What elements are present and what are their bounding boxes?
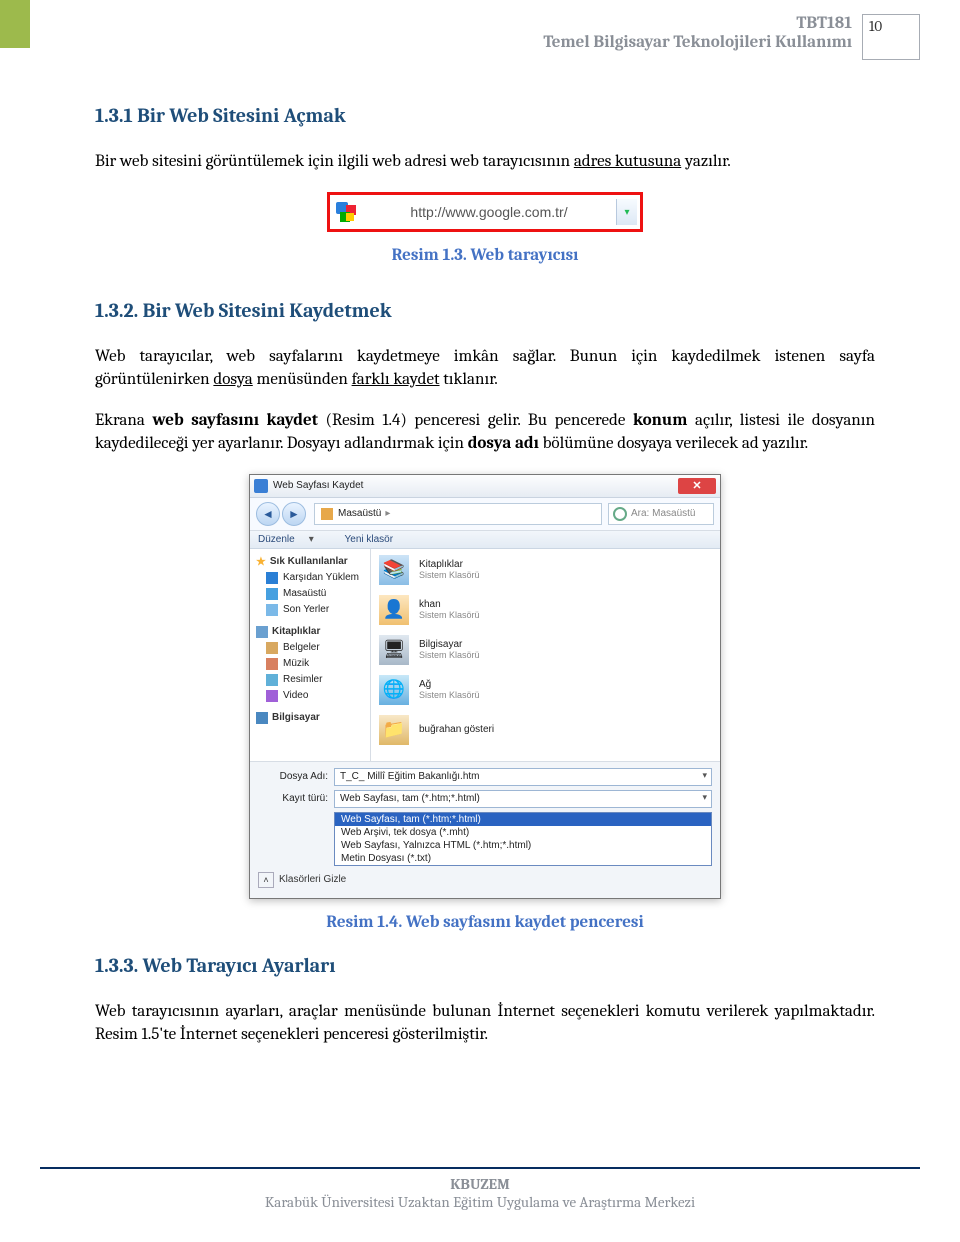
text: (Resim 1.4) penceresi gelir. Bu pencered… — [318, 411, 633, 430]
network-icon: 🌐 — [379, 675, 409, 705]
bold-term: konum — [633, 411, 687, 430]
star-icon: ★ — [256, 555, 266, 568]
filename-field[interactable]: T_C_ Millî Eğitim Bakanlığı.htm — [334, 768, 712, 786]
figure-caption: Resim 1.3. Web tarayıcısı — [95, 246, 875, 265]
download-icon — [266, 572, 278, 584]
dropdown-option[interactable]: Web Sayfası, tam (*.htm;*.html) — [335, 813, 711, 826]
file-item[interactable]: 🖥BilgisayarSistem Klasörü — [379, 635, 712, 665]
page-footer: KBUZEM Karabük Üniversitesi Uzaktan Eğit… — [40, 1167, 920, 1223]
dialog-title: Web Sayfası Kaydet — [273, 480, 363, 491]
page-icon — [254, 479, 268, 493]
underlined-term: dosya — [213, 370, 252, 389]
dropdown-option[interactable]: Web Arşivi, tek dosya (*.mht) — [335, 826, 711, 839]
body-paragraph: Web tarayıcılar, web sayfalarını kaydetm… — [95, 346, 875, 392]
sidebar-item-documents[interactable]: Belgeler — [250, 640, 370, 656]
library-icon — [256, 626, 268, 638]
underlined-term: farklı kaydet — [352, 370, 440, 389]
sidebar-item-downloads[interactable]: Karşıdan Yüklem — [250, 570, 370, 586]
forward-button[interactable]: ► — [282, 502, 306, 526]
menu-new-folder[interactable]: Yeni klasör — [345, 534, 394, 545]
section-1-3-2-title: 1.3.2. Bir Web Sitesini Kaydetmek — [95, 299, 875, 322]
sidebar-item-recent[interactable]: Son Yerler — [250, 602, 370, 618]
folder-icon: 📁 — [379, 715, 409, 745]
figure-1-3: http://www.google.com.tr/ ▾ — [95, 192, 875, 232]
dialog-nav: ◄ ► Masaüstü ▸ Ara: Masaüstü — [250, 498, 720, 531]
chevron-right-icon: ▸ — [385, 508, 390, 519]
figure-caption: Resim 1.4. Web sayfasını kaydet penceres… — [95, 913, 875, 932]
computer-icon: 🖥 — [379, 635, 409, 665]
search-icon — [613, 507, 627, 521]
address-input[interactable]: http://www.google.com.tr/ — [362, 204, 616, 220]
user-icon: 👤 — [379, 595, 409, 625]
library-icon: 📚 — [379, 555, 409, 585]
sidebar-item-videos[interactable]: Video — [250, 688, 370, 704]
bold-term: dosya adı — [468, 434, 539, 453]
chevron-up-icon: ˄ — [258, 872, 274, 888]
back-button[interactable]: ◄ — [256, 502, 280, 526]
breadcrumb-label: Masaüstü — [338, 508, 381, 519]
sidebar-head-computer[interactable]: Bilgisayar — [250, 710, 370, 726]
text: bölümüne dosyaya verilecek ad yazılır. — [539, 434, 808, 453]
figure-1-4: Web Sayfası Kaydet ✕ ◄ ► Masaüstü ▸ Ara:… — [95, 474, 875, 899]
page-number: 10 — [862, 14, 920, 60]
section-1-3-1-title: 1.3.1 Bir Web Sitesini Açmak — [95, 104, 875, 127]
sidebar-item-pictures[interactable]: Resimler — [250, 672, 370, 688]
page-content: TBT181 Temel Bilgisayar Teknolojileri Ku… — [0, 0, 960, 1223]
sidebar-head-libraries[interactable]: Kitaplıklar — [250, 624, 370, 640]
documents-icon — [266, 642, 278, 654]
site-favicon-icon — [336, 202, 356, 222]
sidebar-item-desktop[interactable]: Masaüstü — [250, 586, 370, 602]
dropdown-option[interactable]: Metin Dosyası (*.txt) — [335, 852, 711, 865]
file-item[interactable]: 📚KitaplıklarSistem Klasörü — [379, 555, 712, 585]
footer-title: KBUZEM — [40, 1175, 920, 1193]
filetype-label: Kayıt türü: — [258, 793, 334, 804]
text: tıklanır. — [440, 370, 498, 389]
section-1-3-3-title: 1.3.3. Web Tarayıcı Ayarları — [95, 954, 875, 977]
recent-icon — [266, 604, 278, 616]
body-paragraph: Ekrana web sayfasını kaydet (Resim 1.4) … — [95, 410, 875, 456]
folder-icon — [321, 508, 333, 520]
close-button[interactable]: ✕ — [678, 478, 716, 494]
search-input[interactable]: Ara: Masaüstü — [608, 503, 714, 525]
save-dialog: Web Sayfası Kaydet ✕ ◄ ► Masaüstü ▸ Ara:… — [249, 474, 721, 899]
dialog-bottom: Dosya Adı: T_C_ Millî Eğitim Bakanlığı.h… — [250, 761, 720, 898]
body-paragraph: Web tarayıcısının ayarları, araçlar menü… — [95, 1001, 875, 1047]
text: yazılır. — [681, 152, 730, 171]
desktop-icon — [266, 588, 278, 600]
dialog-titlebar: Web Sayfası Kaydet ✕ — [250, 475, 720, 498]
sidebar: ★Sık Kullanılanlar Karşıdan Yüklem Masaü… — [250, 549, 371, 761]
text: Ekrana — [95, 411, 152, 430]
search-placeholder: Ara: Masaüstü — [631, 508, 695, 519]
sidebar-item-music[interactable]: Müzik — [250, 656, 370, 672]
course-title: Temel Bilgisayar Teknolojileri Kullanımı — [543, 33, 852, 52]
course-code: TBT181 — [543, 14, 852, 33]
text: menüsünden — [253, 370, 352, 389]
footer-subtitle: Karabük Üniversitesi Uzaktan Eğitim Uygu… — [40, 1193, 920, 1211]
text: Bir web sitesini görüntülemek için ilgil… — [95, 152, 574, 171]
pictures-icon — [266, 674, 278, 686]
hide-folders-toggle[interactable]: ˄ Klasörleri Gizle — [258, 872, 712, 888]
corner-tab — [0, 0, 30, 48]
file-item[interactable]: 📁buğrahan gösteri — [379, 715, 712, 745]
filename-label: Dosya Adı: — [258, 771, 334, 782]
video-icon — [266, 690, 278, 702]
dialog-toolbar: Düzenle▾ Yeni klasör — [250, 531, 720, 549]
breadcrumb[interactable]: Masaüstü ▸ — [314, 503, 602, 525]
address-bar[interactable]: http://www.google.com.tr/ ▾ — [327, 192, 643, 232]
sidebar-head-favorites[interactable]: ★Sık Kullanılanlar — [250, 553, 370, 570]
filetype-dropdown: Web Sayfası, tam (*.htm;*.html) Web Arşi… — [334, 812, 712, 866]
bold-term: web sayfasını kaydet — [152, 411, 317, 430]
page-header: TBT181 Temel Bilgisayar Teknolojileri Ku… — [40, 0, 920, 60]
file-item[interactable]: 🌐AğSistem Klasörü — [379, 675, 712, 705]
dropdown-option[interactable]: Web Sayfası, Yalnızca HTML (*.htm;*.html… — [335, 839, 711, 852]
filetype-field[interactable]: Web Sayfası, tam (*.htm;*.html) — [334, 790, 712, 808]
body-paragraph: Bir web sitesini görüntülemek için ilgil… — [95, 151, 875, 174]
address-dropdown-icon[interactable]: ▾ — [616, 199, 637, 225]
file-item[interactable]: 👤khanSistem Klasörü — [379, 595, 712, 625]
music-icon — [266, 658, 278, 670]
computer-icon — [256, 712, 268, 724]
menu-organize[interactable]: Düzenle — [258, 534, 295, 545]
underlined-term: adres kutusuna — [574, 152, 681, 171]
file-panel: 📚KitaplıklarSistem Klasörü 👤khanSistem K… — [371, 549, 720, 761]
